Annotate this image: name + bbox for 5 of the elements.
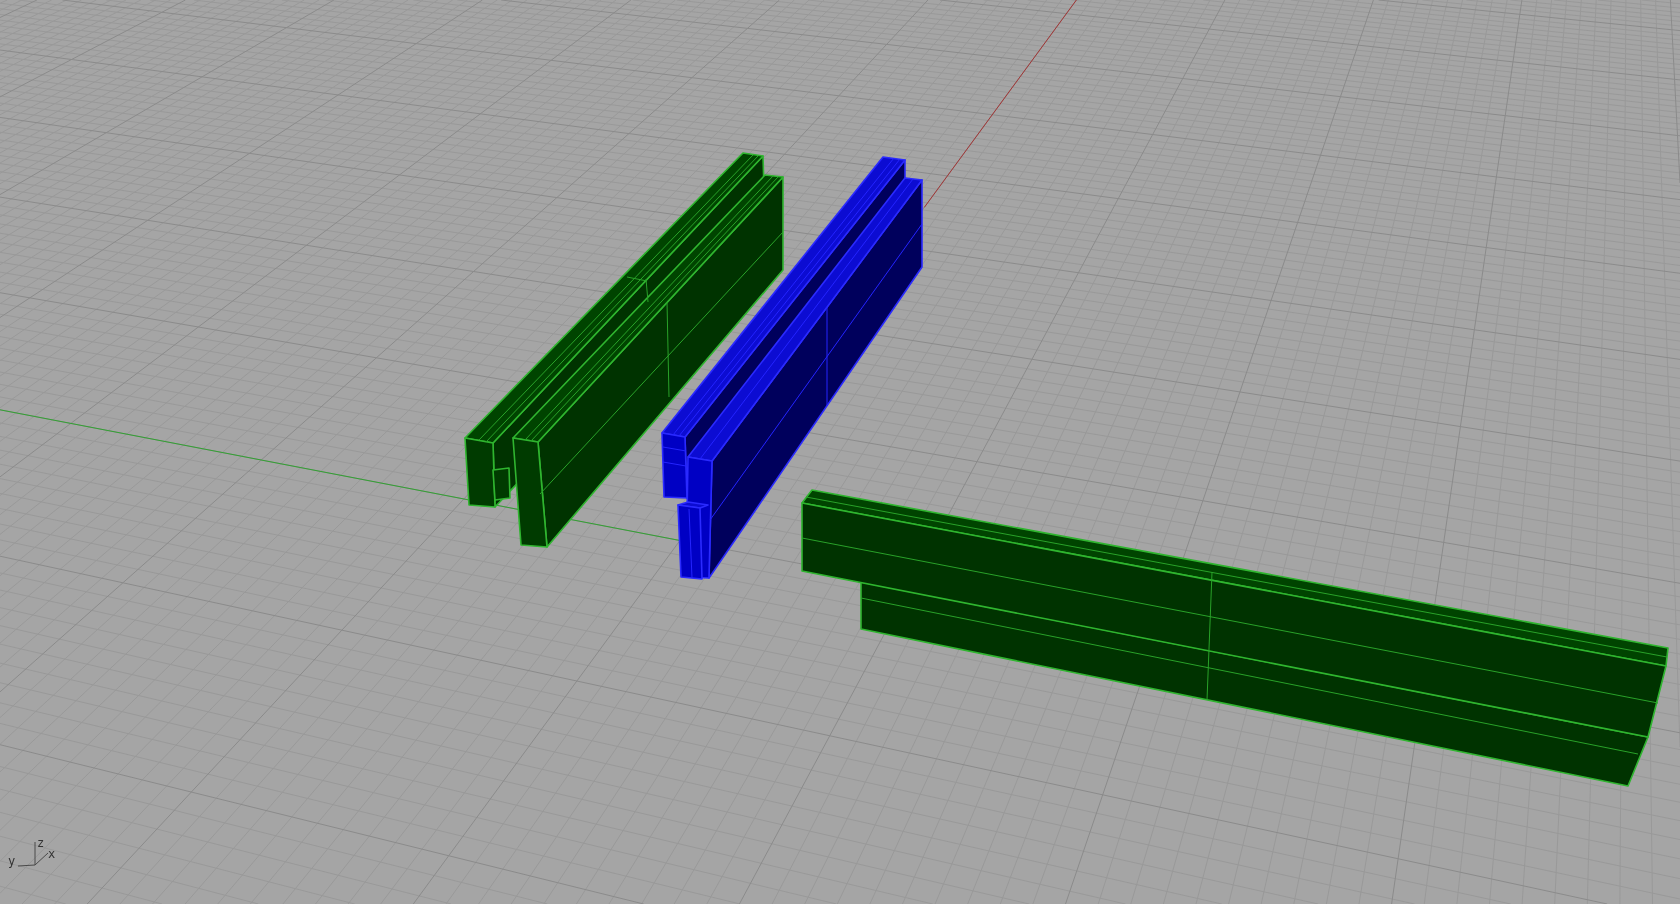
axis-label: z [37, 836, 45, 850]
axis-label: x [48, 847, 56, 861]
beam-assembly[interactable] [801, 489, 1669, 787]
axis-label: y [8, 854, 16, 868]
axes-icon [17, 841, 49, 867]
